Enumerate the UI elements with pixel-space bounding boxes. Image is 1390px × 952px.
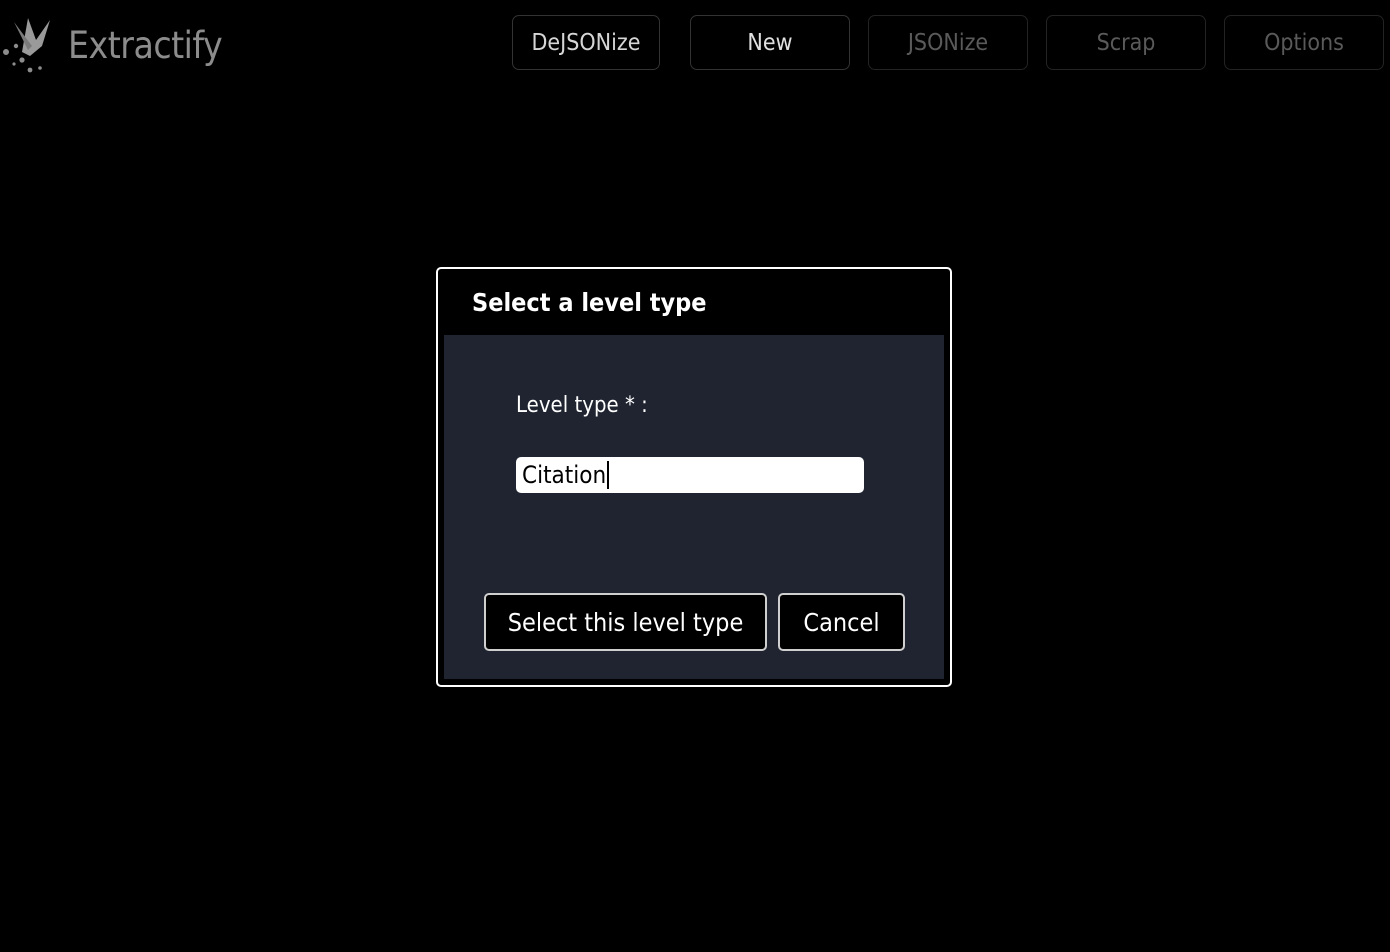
level-type-label: Level type * : xyxy=(516,393,648,418)
select-level-type-dialog: Select a level type Level type * : Citat… xyxy=(436,267,952,687)
comet-extractor-icon xyxy=(3,18,50,73)
level-type-input[interactable]: Citation xyxy=(516,457,864,493)
level-type-input-value: Citation xyxy=(522,461,607,489)
app-logo: Extractify xyxy=(0,12,223,78)
dialog-title: Select a level type xyxy=(472,288,707,317)
app-name: Extractify xyxy=(68,23,223,67)
scrap-button[interactable]: Scrap xyxy=(1046,15,1206,70)
options-button[interactable]: Options xyxy=(1224,15,1384,70)
text-cursor xyxy=(607,461,610,489)
dialog-body: Level type * : Citation Select this leve… xyxy=(444,335,944,679)
dejsonize-button[interactable]: DeJSONize xyxy=(512,15,660,70)
jsonize-button[interactable]: JSONize xyxy=(868,15,1028,70)
app-window: Extractify DeJSONize New JSONize Scrap O… xyxy=(0,0,1390,952)
cancel-button[interactable]: Cancel xyxy=(778,593,905,651)
new-button[interactable]: New xyxy=(690,15,850,70)
select-level-type-button[interactable]: Select this level type xyxy=(484,593,767,651)
